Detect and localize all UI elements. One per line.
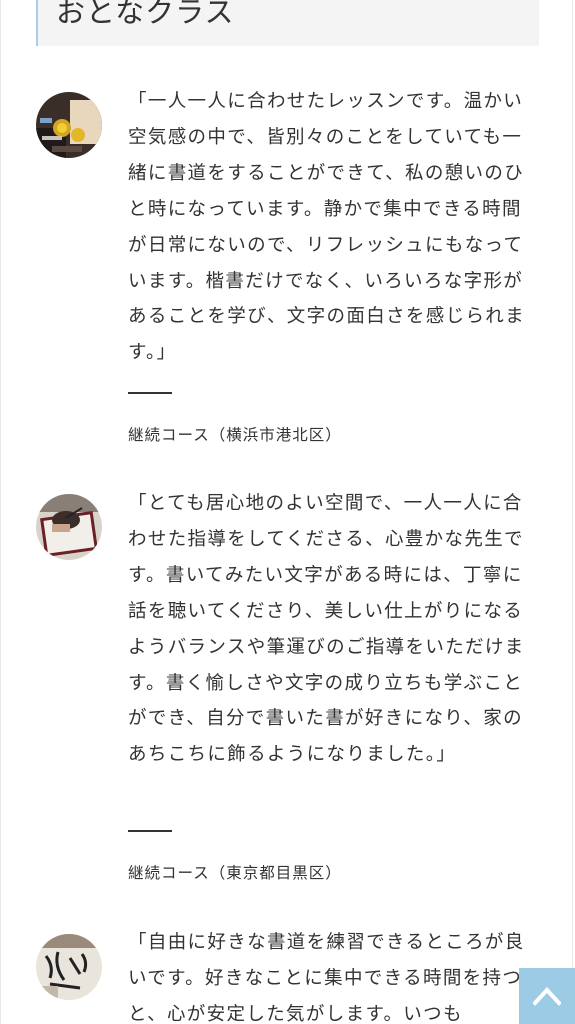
testimonial-text: 「一人一人に合わせたレッスンです。温かい空気感の中で、皆別々のことをしていても一…: [128, 91, 526, 364]
testimonial-text: 「とても居心地のよい空間で、一人一人に合わせた指導をしてくださる、心豊かな先生で…: [128, 493, 525, 766]
section-heading: おとなクラス: [36, 0, 539, 46]
section-title: おとなクラス: [56, 0, 235, 29]
scroll-to-top-button[interactable]: [519, 968, 575, 1024]
divider: [128, 392, 172, 394]
calligraphy-paper-photo-icon: [36, 934, 102, 1000]
chevron-up-icon: [533, 987, 561, 1006]
testimonial-text: 「自由に好きな書道を練習できるところが良いです。好きなことに集中できる時間を持つ…: [128, 932, 525, 1024]
writing-hand-photo-icon: [36, 494, 102, 560]
calligraphy-tools-photo-icon: [36, 92, 102, 158]
testimonial-course: 継続コース（東京都目黒区）: [128, 864, 342, 882]
divider: [128, 830, 172, 832]
testimonial-course: 継続コース（横浜市港北区）: [128, 426, 342, 444]
